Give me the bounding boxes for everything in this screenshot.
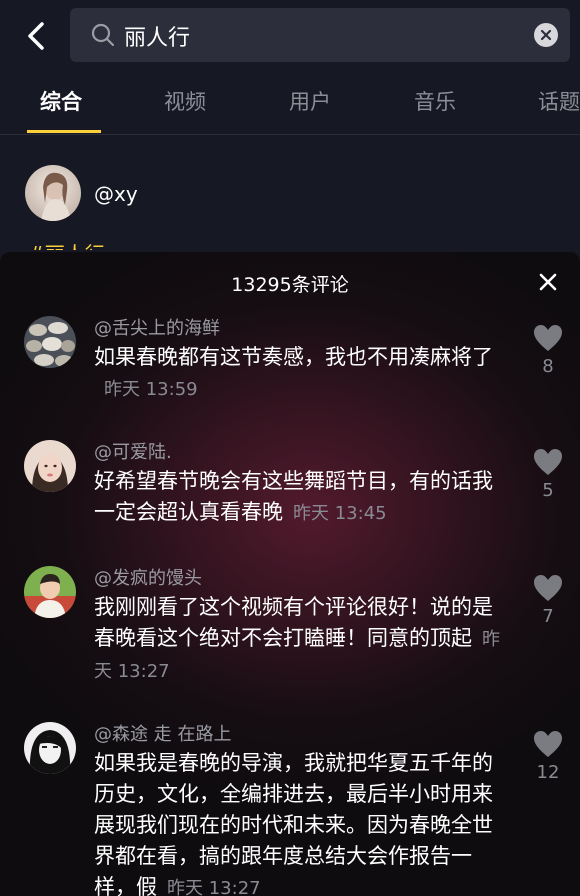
comment-time: 昨天 13:45: [293, 503, 387, 524]
heart-icon[interactable]: [533, 574, 563, 602]
heart-icon[interactable]: [533, 448, 563, 476]
like-count: 8: [542, 356, 554, 377]
comment-time: 昨天 13:27: [167, 878, 261, 896]
avatar-image: [24, 566, 76, 618]
active-tab-indicator: [27, 130, 101, 133]
close-icon: [540, 29, 552, 41]
result-username[interactable]: @xy: [94, 182, 138, 206]
user-result[interactable]: @xy #丽人行: [0, 150, 580, 250]
comments-sheet: 13295条评论 @舌尖上的海鲜 如果春晚都有这节奏感，我也不用凑麻将了昨天 1…: [0, 252, 580, 896]
like-count: 7: [542, 606, 554, 627]
heart-icon[interactable]: [533, 324, 563, 352]
tab-users[interactable]: 用户: [289, 86, 331, 116]
clear-search-button[interactable]: [534, 23, 558, 47]
like-count: 12: [536, 762, 560, 783]
top-bar: [0, 0, 580, 72]
close-icon[interactable]: [536, 270, 560, 294]
comment-username[interactable]: @可爱陆.: [94, 438, 172, 464]
comment-username[interactable]: @森途 走 在路上: [94, 720, 231, 746]
comment-text: 如果春晚都有这节奏感，我也不用凑麻将了: [94, 345, 493, 369]
avatar-image: [41, 172, 71, 221]
heart-icon[interactable]: [533, 730, 563, 758]
comment-text: 我刚刚看了这个视频有个评论很好！说的是春晚看这个绝对不会打瞌睡！同意的顶起: [94, 595, 493, 650]
tab-videos[interactable]: 视频: [164, 86, 206, 116]
tab-comprehensive[interactable]: 综合: [40, 86, 82, 116]
search-bar: [70, 8, 570, 64]
comment-text: 如果我是春晚的导演，我就把华夏五千年的历史，文化，全编排进去，最后半小时用来展现…: [94, 751, 493, 896]
comment-body: 我刚刚看了这个视频有个评论很好！说的是春晚看这个绝对不会打瞌睡！同意的顶起 昨天 …: [94, 592, 504, 687]
comment-username[interactable]: @发疯的馒头: [94, 564, 202, 590]
avatar[interactable]: [25, 165, 81, 221]
search-input[interactable]: [122, 8, 506, 64]
comments-count-title: 13295条评论: [231, 274, 349, 296]
comment-body: 如果我是春晚的导演，我就把华夏五千年的历史，文化，全编排进去，最后半小时用来展现…: [94, 748, 504, 896]
comment-username[interactable]: @舌尖上的海鲜: [94, 314, 220, 340]
avatar[interactable]: [24, 722, 76, 774]
avatar-image: [24, 440, 76, 492]
avatar[interactable]: [24, 566, 76, 618]
avatar[interactable]: [24, 440, 76, 492]
search-tabs: 综合 视频 用户 音乐 话题: [0, 72, 580, 135]
tab-topics[interactable]: 话题: [538, 86, 580, 116]
back-arrow-icon[interactable]: [22, 18, 52, 54]
avatar[interactable]: [24, 316, 76, 368]
comment-body: 如果春晚都有这节奏感，我也不用凑麻将了昨天 13:59: [94, 342, 504, 405]
tab-music[interactable]: 音乐: [414, 86, 456, 116]
avatar-image: [24, 316, 76, 368]
comment-body: 好希望春节晚会有这些舞蹈节目，有的话我一定会超认真看春晚 昨天 13:45: [94, 466, 504, 529]
comment-time: 昨天 13:59: [104, 379, 198, 400]
like-count: 5: [542, 480, 554, 501]
result-hashtag: #丽人行: [28, 238, 105, 250]
search-icon: [91, 23, 115, 47]
avatar-image: [24, 722, 76, 774]
